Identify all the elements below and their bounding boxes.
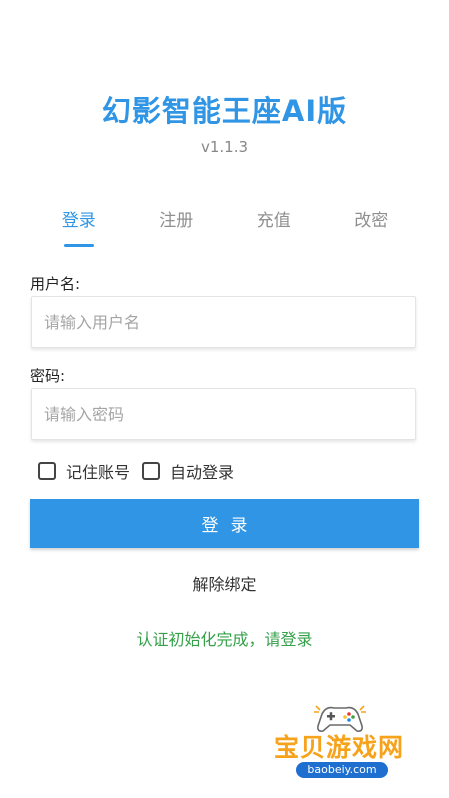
login-button[interactable]: 登录 bbox=[30, 499, 419, 548]
username-field-container bbox=[31, 296, 416, 348]
tab-change-password[interactable]: 改密 bbox=[323, 198, 421, 248]
watermark-brand: 宝贝游戏网 bbox=[274, 733, 405, 762]
active-tab-indicator bbox=[64, 244, 94, 247]
remember-account-label[interactable]: 记住账号 bbox=[66, 459, 130, 483]
password-label: 密码: bbox=[30, 367, 66, 385]
auto-login-checkbox[interactable] bbox=[142, 462, 161, 480]
password-input[interactable] bbox=[32, 389, 415, 439]
watermark-url: baobeiy.com bbox=[296, 762, 388, 778]
tab-login[interactable]: 登录 bbox=[30, 198, 128, 248]
username-label: 用户名: bbox=[30, 275, 81, 293]
auto-login-label[interactable]: 自动登录 bbox=[170, 459, 234, 483]
unbind-link[interactable]: 解除绑定 bbox=[0, 571, 449, 595]
app-title: 幻影智能王座AI版 bbox=[101, 94, 348, 128]
remember-account-checkbox[interactable] bbox=[38, 462, 56, 480]
username-input[interactable] bbox=[32, 297, 415, 347]
app-version: v1.1.3 bbox=[200, 138, 249, 156]
watermark: 宝贝游戏网 baobeiy.com bbox=[268, 700, 438, 794]
status-message: 认证初始化完成，请登录 bbox=[136, 630, 313, 649]
tab-bar: 登录 注册 充值 改密 bbox=[30, 198, 420, 248]
password-field-container bbox=[31, 388, 416, 440]
tab-register[interactable]: 注册 bbox=[128, 198, 226, 248]
options-row: 记住账号 自动登录 bbox=[38, 458, 246, 484]
tab-recharge[interactable]: 充值 bbox=[225, 198, 323, 248]
